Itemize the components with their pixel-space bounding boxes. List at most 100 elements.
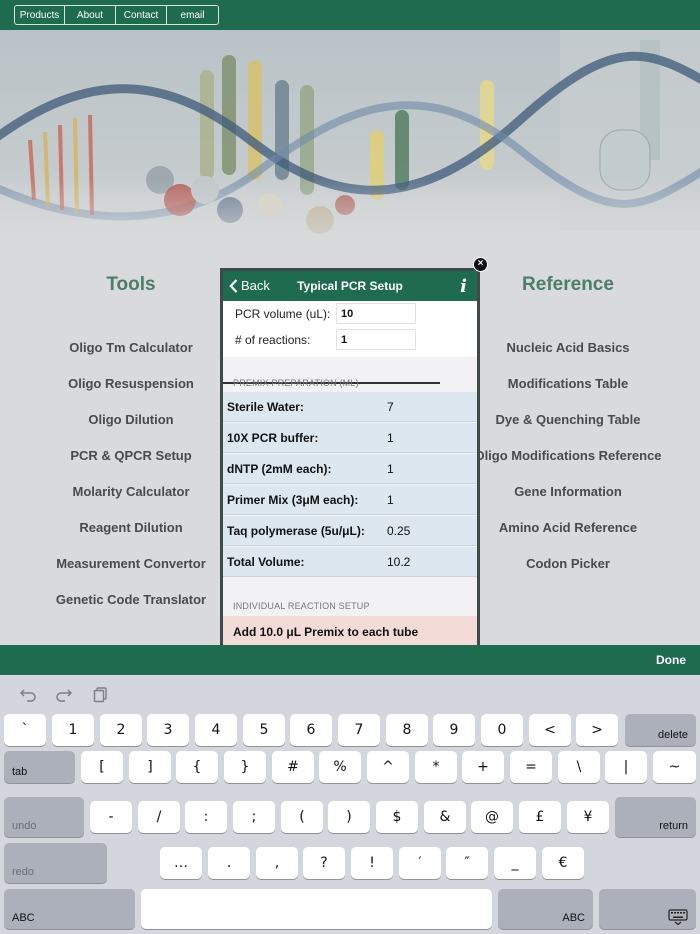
key-open-bracket[interactable]: [	[81, 751, 123, 783]
premix-section-label: PREMIX PREPARATION (ML)	[233, 378, 359, 388]
table-row: Primer Mix (3μM each): 1	[223, 485, 477, 515]
tool-oligo-dilution[interactable]: Oligo Dilution	[20, 412, 242, 427]
key-asterisk[interactable]: *	[415, 751, 457, 783]
key-5[interactable]: 5	[243, 714, 285, 746]
pcr-volume-row: PCR volume (uL):	[235, 303, 347, 325]
abc-key-right[interactable]: ABC	[498, 889, 593, 929]
key-7[interactable]: 7	[338, 714, 380, 746]
abc-key-left[interactable]: ABC	[4, 889, 135, 929]
key-caret[interactable]: ^	[367, 751, 409, 783]
delete-key[interactable]: delete	[625, 714, 696, 746]
key-plus[interactable]: +	[462, 751, 504, 783]
tool-pcr-qpcr-setup[interactable]: PCR & QPCR Setup	[20, 448, 242, 463]
key-open-brace[interactable]: {	[176, 751, 218, 783]
return-key[interactable]: return	[615, 797, 696, 837]
reference-heading: Reference	[522, 274, 614, 295]
tab-key[interactable]: tab	[4, 751, 75, 783]
undo-icon[interactable]	[18, 684, 38, 704]
key-1[interactable]: 1	[52, 714, 94, 746]
dismiss-keyboard-key[interactable]	[599, 889, 696, 929]
pcr-volume-input[interactable]	[336, 303, 416, 324]
space-key[interactable]	[141, 889, 492, 929]
tool-measurement-convertor[interactable]: Measurement Convertor	[20, 556, 242, 571]
key-period[interactable]: .	[208, 847, 250, 879]
ref-gene-information[interactable]: Gene Information	[468, 484, 668, 499]
table-row: Sterile Water: 7	[223, 392, 477, 422]
row-label: 10X PCR buffer:	[227, 430, 319, 445]
nav-products[interactable]: Products	[15, 6, 65, 24]
key-prime[interactable]: ′	[399, 847, 441, 879]
key-hash[interactable]: #	[272, 751, 314, 783]
key-8[interactable]: 8	[386, 714, 428, 746]
top-nav-bar: Products About Contact email	[0, 0, 700, 30]
nav-email[interactable]: email	[167, 6, 218, 24]
ref-codon-picker[interactable]: Codon Picker	[468, 556, 668, 571]
tool-oligo-tm-calculator[interactable]: Oligo Tm Calculator	[20, 340, 242, 355]
key-hyphen[interactable]: -	[90, 801, 132, 833]
ref-modifications-table[interactable]: Modifications Table	[468, 376, 668, 391]
key-6[interactable]: 6	[290, 714, 332, 746]
popup-title: Typical PCR Setup	[297, 279, 403, 293]
key-close-brace[interactable]: }	[224, 751, 266, 783]
tool-genetic-code-translator[interactable]: Genetic Code Translator	[20, 592, 242, 607]
tool-molarity-calculator[interactable]: Molarity Calculator	[20, 484, 242, 499]
key-double-prime[interactable]: ″	[446, 847, 488, 879]
key-greater-than[interactable]: >	[576, 714, 618, 746]
done-button[interactable]: Done	[656, 653, 686, 667]
reactions-label: # of reactions:	[235, 333, 311, 347]
row-label: Taq polymerase (5u/μL):	[227, 523, 365, 538]
key-close-paren[interactable]: )	[328, 801, 370, 833]
ref-amino-acid-reference[interactable]: Amino Acid Reference	[468, 520, 668, 535]
key-ampersand[interactable]: &	[424, 801, 466, 833]
key-euro[interactable]: €	[542, 847, 584, 879]
row-value: 1	[387, 492, 394, 507]
key-equals[interactable]: =	[510, 751, 552, 783]
key-dollar[interactable]: $	[376, 801, 418, 833]
table-row: Total Volume: 10.2	[223, 547, 477, 577]
table-row: Taq polymerase (5u/μL): 0.25	[223, 516, 477, 546]
key-colon[interactable]: :	[185, 801, 227, 833]
ref-oligo-modifications-reference[interactable]: Oligo Modifications Reference	[468, 448, 668, 463]
key-open-paren[interactable]: (	[281, 801, 323, 833]
key-0[interactable]: 0	[481, 714, 523, 746]
key-question[interactable]: ?	[303, 847, 345, 879]
redo-icon[interactable]	[54, 684, 74, 704]
tool-oligo-resuspension[interactable]: Oligo Resuspension	[20, 376, 242, 391]
tool-reagent-dilution[interactable]: Reagent Dilution	[20, 520, 242, 535]
key-exclamation[interactable]: !	[351, 847, 393, 879]
close-icon[interactable]: ×	[473, 257, 488, 272]
paste-icon[interactable]	[91, 684, 111, 704]
popup-header: Back Typical PCR Setup i	[223, 271, 477, 301]
nav-contact[interactable]: Contact	[116, 6, 167, 24]
nav-about[interactable]: About	[65, 6, 116, 24]
key-2[interactable]: 2	[100, 714, 142, 746]
key-at[interactable]: @	[471, 801, 513, 833]
key-4[interactable]: 4	[195, 714, 237, 746]
key-slash[interactable]: /	[138, 801, 180, 833]
key-close-bracket[interactable]: ]	[129, 751, 171, 783]
row-value: 10.2	[387, 554, 411, 569]
key-yen[interactable]: ¥	[567, 801, 609, 833]
redo-key[interactable]: redo	[4, 843, 107, 883]
row-label: Total Volume:	[227, 554, 305, 569]
key-pound[interactable]: £	[519, 801, 561, 833]
ref-nucleic-acid-basics[interactable]: Nucleic Acid Basics	[468, 340, 668, 355]
key-9[interactable]: 9	[433, 714, 475, 746]
key-3[interactable]: 3	[147, 714, 189, 746]
reactions-input[interactable]	[336, 329, 416, 350]
key-comma[interactable]: ,	[256, 847, 298, 879]
key-underscore[interactable]: _	[494, 847, 536, 879]
key-tilde[interactable]: ~	[653, 751, 696, 783]
top-nav: Products About Contact email	[14, 5, 219, 25]
undo-key[interactable]: undo	[4, 797, 84, 837]
key-percent[interactable]: %	[319, 751, 361, 783]
key-pipe[interactable]: |	[605, 751, 647, 783]
key-backslash[interactable]: \	[558, 751, 600, 783]
keyboard-accessory-bar: Done	[0, 645, 700, 675]
key-ellipsis[interactable]: …	[160, 847, 202, 879]
key-less-than[interactable]: <	[529, 714, 571, 746]
info-icon[interactable]: i	[460, 276, 467, 297]
ref-dye-quenching-table[interactable]: Dye & Quenching Table	[468, 412, 668, 427]
key-backtick[interactable]: `	[4, 714, 46, 746]
key-semicolon[interactable]: ;	[233, 801, 275, 833]
